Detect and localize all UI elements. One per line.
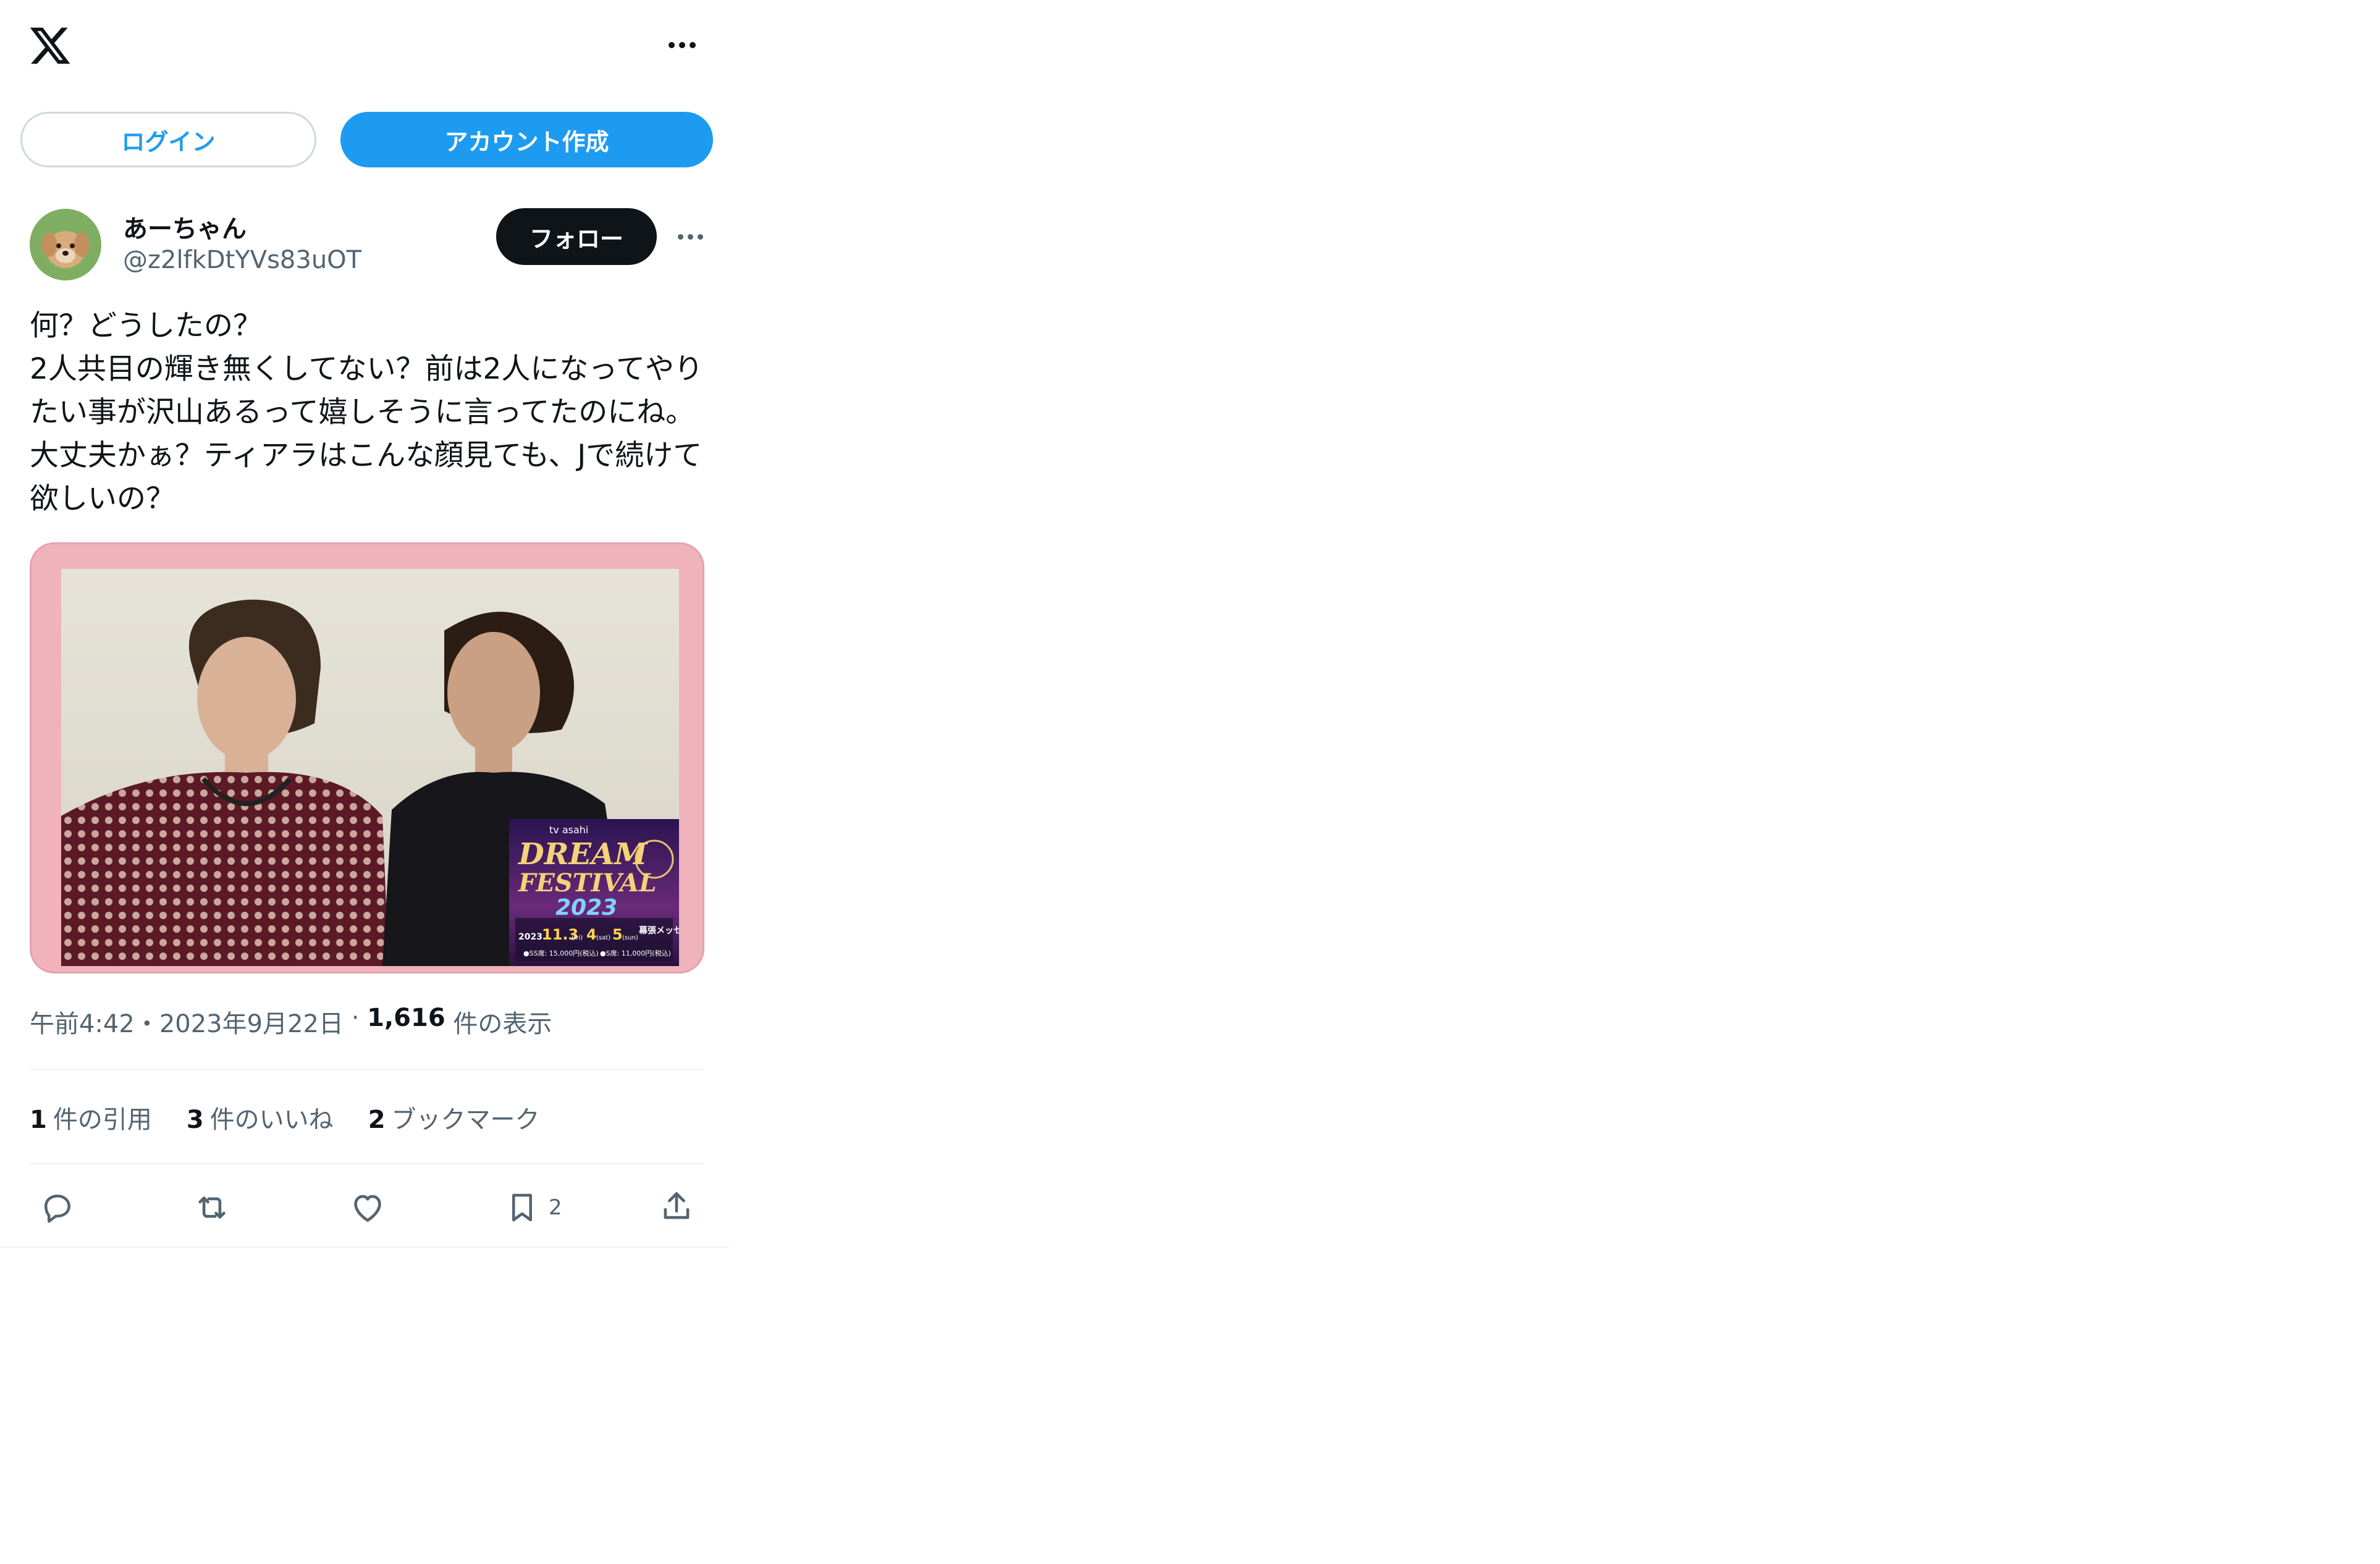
poster-date-mid: 4 bbox=[586, 926, 597, 943]
avatar-dog-image bbox=[30, 209, 101, 280]
quotes-count: 1 bbox=[30, 1106, 47, 1134]
two-people-photo: tv asahi DREAM FESTIVAL 2023 2023. 11.3 … bbox=[61, 569, 679, 966]
quotes-label: 件の引用 bbox=[53, 1106, 152, 1134]
page-bottom-border bbox=[0, 1247, 729, 1248]
tweet-text: 何？どうしたの？ 2人共目の輝き無くしてない？前は2人になってやりたい事が沢山あ… bbox=[30, 309, 704, 516]
tweet-page: ログイン アカウント作成 あーちゃん @z2lfkDtYVs83uOT フォロー… bbox=[0, 0, 729, 1248]
poster-date-day3: (sun) bbox=[622, 935, 638, 941]
avatar[interactable] bbox=[30, 209, 101, 280]
share-button[interactable] bbox=[649, 1179, 704, 1234]
bookmark-icon bbox=[512, 1193, 532, 1222]
poster-date-day2: (sat) bbox=[596, 935, 610, 941]
bookmarks-label: ブックマーク bbox=[391, 1106, 540, 1134]
bookmarks-count: 2 bbox=[368, 1106, 386, 1134]
retweet-icon bbox=[198, 1196, 226, 1219]
bookmark-count: 2 bbox=[549, 1195, 562, 1220]
poster-title-1: DREAM bbox=[517, 837, 648, 872]
follow-button[interactable]: フォロー bbox=[496, 208, 657, 265]
meta-separator: ・ bbox=[134, 1010, 159, 1038]
display-name[interactable]: あーちゃん bbox=[123, 209, 247, 245]
reply-icon bbox=[44, 1195, 70, 1223]
x-logo-icon[interactable] bbox=[28, 23, 72, 68]
divider-top bbox=[30, 1069, 704, 1070]
tweet-media[interactable]: tv asahi DREAM FESTIVAL 2023 2023. 11.3 … bbox=[30, 542, 704, 973]
tweet-more-icon[interactable] bbox=[678, 234, 703, 240]
quotes-stat[interactable]: 1 件の引用 bbox=[30, 1099, 152, 1135]
poster-brand: tv asahi bbox=[549, 824, 588, 836]
poster-date-day1: (fri) bbox=[572, 935, 583, 941]
bookmark-button[interactable] bbox=[494, 1180, 550, 1235]
user-handle[interactable]: @z2lfkDtYVs83uOT bbox=[123, 246, 361, 274]
views-count: 1,616 bbox=[367, 1004, 445, 1032]
signup-button[interactable]: アカウント作成 bbox=[340, 112, 713, 167]
reply-button[interactable] bbox=[30, 1180, 85, 1235]
likes-label: 件のいいね bbox=[209, 1106, 334, 1134]
tweet-stats: 1 件の引用 3 件のいいね 2 ブックマーク bbox=[30, 1099, 540, 1135]
poster-price-1: ●SS席: 15,000円(税込) bbox=[523, 949, 599, 957]
views-separator: · bbox=[343, 1004, 368, 1032]
login-button[interactable]: ログイン bbox=[20, 112, 316, 167]
divider-bottom bbox=[30, 1163, 704, 1164]
more-icon[interactable] bbox=[669, 42, 696, 48]
tweet-meta: 午前4:42 ・ 2023年9月22日 · 1,616 件の表示 bbox=[30, 1004, 552, 1040]
heart-icon bbox=[354, 1195, 381, 1222]
media-photo: tv asahi DREAM FESTIVAL 2023 2023. 11.3 … bbox=[61, 569, 679, 966]
views-label: 件の表示 bbox=[445, 1010, 552, 1038]
poster-date-end: 5 bbox=[612, 926, 623, 943]
tweet-time[interactable]: 午前4:42 bbox=[30, 1004, 135, 1040]
poster-venue: 幕張メッセ bbox=[638, 925, 679, 936]
poster-title-2: FESTIVAL bbox=[518, 868, 656, 898]
retweet-button[interactable] bbox=[184, 1180, 240, 1235]
likes-stat[interactable]: 3 件のいいね bbox=[187, 1099, 334, 1135]
bookmarks-stat[interactable]: 2 ブックマーク bbox=[368, 1099, 540, 1135]
likes-count: 3 bbox=[186, 1106, 204, 1134]
tweet-date[interactable]: 2023年9月22日 bbox=[159, 1004, 344, 1040]
poster-price-2: ●S席: 11,000円(税込) bbox=[600, 949, 671, 957]
poster-year: 2023 bbox=[555, 895, 617, 920]
share-icon bbox=[664, 1192, 690, 1219]
like-button[interactable] bbox=[340, 1180, 395, 1235]
